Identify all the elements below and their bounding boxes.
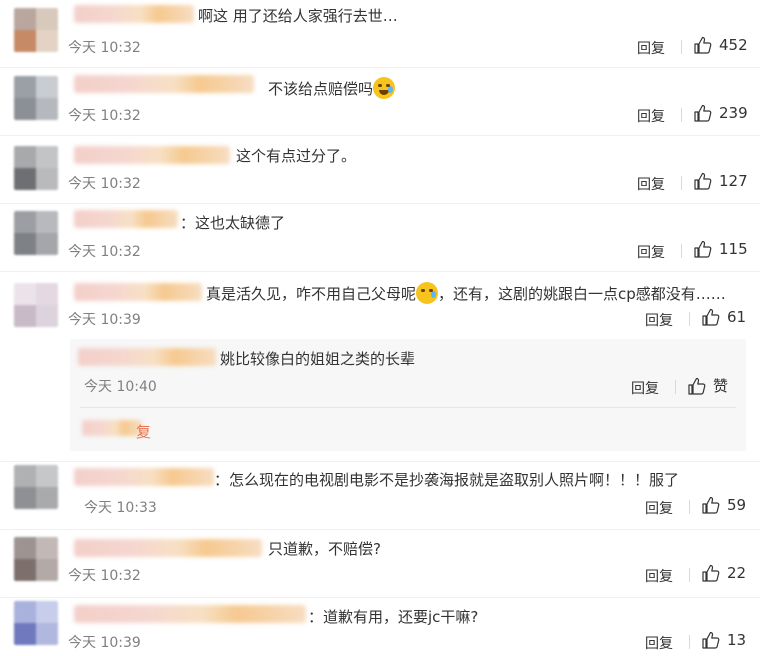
timestamp: 今天 10:32: [68, 176, 141, 192]
comment-item: 这个有点过分了。 今天 10:32 回复 127: [0, 135, 760, 204]
reply-button[interactable]: 回复: [645, 498, 673, 518]
like-count: 239: [719, 104, 748, 122]
thumbs-up-icon: [694, 104, 712, 122]
username[interactable]: [74, 146, 230, 164]
like-count: 127: [719, 172, 748, 190]
sub-reply-text: 姚比较像白的姐姐之类的长辈: [220, 350, 416, 368]
divider: [675, 380, 676, 394]
divider: [681, 40, 682, 54]
avatar[interactable]: [14, 76, 58, 120]
like-label: 赞: [713, 377, 729, 395]
comment-item: ：怎么现在的电视剧电影不是抄袭海报就是盗取别人照片啊！！！服了 今天 10:33…: [0, 461, 760, 530]
like-count: 452: [719, 36, 748, 54]
comment-text: 真是活久见，咋不用自己父母呢 ，还有，这剧的姚跟白一点cp感都没有……: [206, 282, 726, 304]
like-button[interactable]: 13: [701, 630, 746, 650]
username[interactable]: [74, 283, 202, 301]
like-count: 61: [727, 308, 747, 326]
divider: [689, 500, 690, 514]
avatar[interactable]: [14, 537, 58, 581]
sub-reply-timestamp: 今天 10:40: [84, 379, 157, 395]
comment-item: ：这也太缺德了 今天 10:32 回复 115: [0, 203, 760, 272]
like-button[interactable]: 239: [693, 103, 748, 123]
reply-button[interactable]: 回复: [637, 106, 665, 126]
username[interactable]: [74, 210, 178, 228]
username[interactable]: [74, 539, 262, 557]
like-count: 59: [727, 496, 747, 514]
divider: [681, 244, 682, 258]
thumbs-up-icon: [694, 240, 712, 258]
username[interactable]: [74, 605, 306, 623]
divider: [689, 568, 690, 582]
sub-reply-button[interactable]: 回复: [631, 378, 659, 398]
reply-button[interactable]: 回复: [645, 310, 673, 330]
divider: [80, 407, 736, 408]
comment-text: 啊这 用了还给人家强行去世…: [198, 7, 398, 25]
comment-item: 啊这 用了还给人家强行去世… 今天 10:32 回复 452: [0, 0, 760, 68]
avatar[interactable]: [14, 146, 58, 190]
username[interactable]: [74, 75, 254, 93]
like-button[interactable]: 22: [701, 563, 746, 583]
timestamp: 今天 10:32: [68, 244, 141, 260]
timestamp: 今天 10:39: [68, 312, 141, 328]
divider: [689, 635, 690, 649]
reply-button[interactable]: 回复: [645, 566, 673, 586]
comment-text: ：怎么现在的电视剧电影不是抄袭海报就是盗取别人照片啊！！！服了: [214, 471, 680, 489]
avatar[interactable]: [14, 8, 58, 52]
comment-item: ：道歉有用，还要jc干嘛? 今天 10:39 回复 13: [0, 597, 760, 656]
timestamp: 今天 10:32: [68, 108, 141, 124]
like-button[interactable]: 127: [693, 171, 748, 191]
avatar[interactable]: [14, 283, 58, 327]
timestamp: 今天 10:32: [68, 40, 141, 56]
reply-button[interactable]: 回复: [637, 174, 665, 194]
reply-button[interactable]: 回复: [637, 38, 665, 58]
avatar[interactable]: [14, 465, 58, 509]
thumbs-up-icon: [702, 308, 720, 326]
thumbs-up-icon: [694, 172, 712, 190]
username[interactable]: [74, 468, 214, 486]
comment-item: 不该给点赔偿吗 今天 10:32 回复 239: [0, 67, 760, 136]
username[interactable]: [74, 5, 194, 23]
like-count: 13: [727, 631, 747, 649]
sad-emoji: [416, 282, 439, 304]
timestamp: 今天 10:32: [68, 568, 141, 584]
more-replies-blur: [82, 420, 142, 436]
like-button[interactable]: 452: [693, 35, 748, 55]
thumbs-up-icon: [702, 631, 720, 649]
sub-reply-box: 姚比较像白的姐姐之类的长辈 今天 10:40 回复 赞: [70, 339, 746, 451]
thumbs-up-icon: [702, 564, 720, 582]
thumbs-up-icon: [688, 377, 706, 395]
divider: [681, 108, 682, 122]
sub-like-button[interactable]: 赞: [687, 375, 728, 396]
like-button[interactable]: 115: [693, 239, 748, 259]
comment-text: 只道歉，不赔偿?: [268, 540, 381, 558]
thumbs-up-icon: [694, 36, 712, 54]
comment-text: 不该给点赔偿吗: [268, 77, 396, 99]
divider: [681, 176, 682, 190]
reply-button[interactable]: 回复: [645, 633, 673, 653]
reply-button[interactable]: 回复: [637, 242, 665, 262]
sub-reply-username[interactable]: [78, 348, 216, 366]
thumbs-up-icon: [702, 496, 720, 514]
avatar[interactable]: [14, 601, 58, 645]
comment-item: 只道歉，不赔偿? 今天 10:32 回复 22: [0, 529, 760, 598]
like-count: 115: [719, 240, 748, 258]
more-replies-link[interactable]: 复: [136, 421, 151, 442]
timestamp: 今天 10:39: [68, 635, 141, 651]
comment-text: ：这也太缺德了: [180, 214, 286, 232]
comment-text: ：道歉有用，还要jc干嘛?: [308, 608, 479, 626]
avatar[interactable]: [14, 211, 58, 255]
divider: [689, 312, 690, 326]
like-count: 22: [727, 564, 747, 582]
timestamp: 今天 10:33: [84, 500, 157, 516]
laugh-cry-emoji: [373, 77, 396, 99]
comment-text: 这个有点过分了。: [236, 147, 357, 165]
like-button[interactable]: 61: [701, 307, 746, 327]
like-button[interactable]: 59: [701, 495, 746, 515]
